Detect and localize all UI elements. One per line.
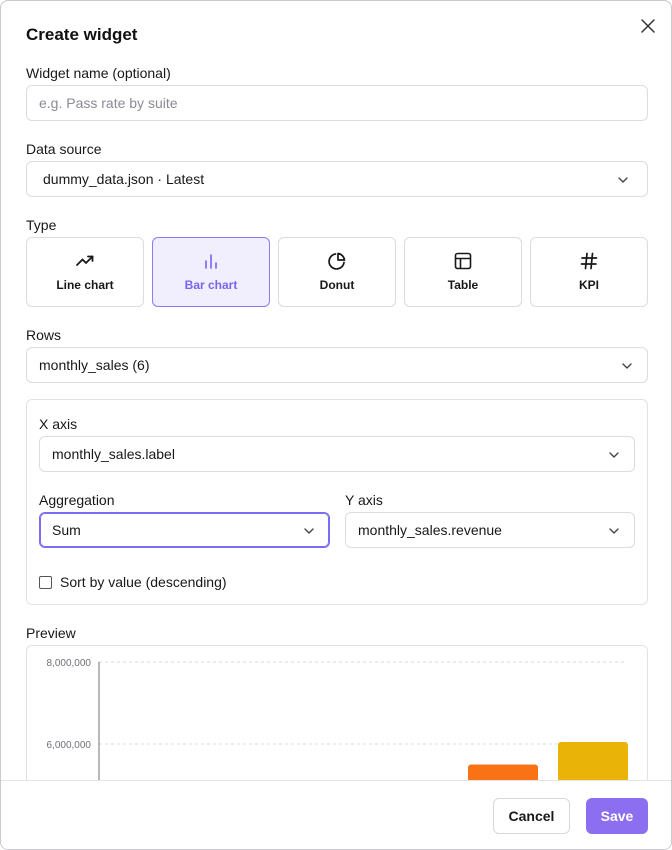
chevron-down-icon (609, 528, 619, 534)
y-tick-label: 6,000,000 (47, 740, 92, 751)
y-tick-label: 8,000,000 (47, 658, 92, 669)
preview-label: Preview (26, 625, 76, 641)
create-widget-dialog: Create widget Widget name (optional) e.g… (0, 0, 672, 850)
type-option-line-chart[interactable]: Line chart (26, 237, 144, 307)
y-axis-label: Y axis (345, 492, 383, 508)
aggregation-select[interactable]: Sum (39, 512, 330, 548)
sort-descending-checkbox[interactable] (39, 576, 52, 589)
type-option-label: Table (447, 278, 479, 292)
y-axis-select[interactable]: monthly_sales.revenue (345, 512, 635, 548)
bar-chart-icon (205, 254, 217, 269)
type-option-bar-chart[interactable]: Bar chart (152, 237, 270, 307)
cancel-button[interactable]: Cancel (493, 798, 570, 834)
data-source-value: dummy_data.json · Latest (43, 171, 205, 187)
close-icon[interactable] (639, 17, 657, 35)
rows-value: monthly_sales (6) (39, 357, 150, 373)
dialog-body[interactable]: Create widget Widget name (optional) e.g… (1, 1, 671, 780)
preview-chart-container: 8,000,0006,000,0004,000,000 (26, 645, 648, 780)
widget-name-label: Widget name (optional) (26, 65, 171, 81)
data-source-label: Data source (26, 141, 102, 157)
save-button[interactable]: Save (586, 798, 648, 834)
dialog-footer: Cancel Save (1, 780, 671, 849)
chevron-down-icon (618, 177, 628, 183)
rows-label: Rows (26, 327, 62, 343)
type-option-label: Bar chart (184, 278, 238, 292)
type-option-label: Line chart (56, 278, 114, 292)
type-option-donut[interactable]: Donut (278, 237, 396, 307)
type-option-label: KPI (578, 278, 599, 292)
type-option-label: Donut (319, 278, 355, 292)
bar (558, 741, 628, 780)
table-icon (454, 252, 472, 270)
bar-chart-preview: 8,000,0006,000,0004,000,000 (47, 658, 628, 780)
aggregation-label: Aggregation (39, 492, 115, 508)
sort-descending-label: Sort by value (descending) (60, 574, 227, 590)
x-axis-label: X axis (39, 416, 78, 432)
hash-icon (580, 252, 598, 270)
rows-select[interactable]: monthly_sales (6) (26, 347, 648, 383)
type-option-table[interactable]: Table (404, 237, 522, 307)
chevron-down-icon (609, 452, 619, 458)
dialog-title: Create widget (26, 25, 138, 44)
chevron-down-icon (622, 363, 632, 369)
aggregation-value: Sum (52, 522, 81, 538)
y-axis-value: monthly_sales.revenue (358, 522, 502, 538)
widget-name-input[interactable]: e.g. Pass rate by suite (26, 85, 648, 121)
donut-chart-icon (328, 252, 346, 270)
trend-line-icon (76, 255, 94, 266)
data-source-select[interactable]: dummy_data.json · Latest (26, 161, 648, 197)
x-axis-value: monthly_sales.label (52, 446, 175, 462)
type-label: Type (26, 217, 57, 233)
type-option-kpi[interactable]: KPI (530, 237, 648, 307)
chevron-down-icon (304, 528, 314, 534)
x-axis-select[interactable]: monthly_sales.label (39, 436, 635, 472)
bar (468, 764, 538, 780)
